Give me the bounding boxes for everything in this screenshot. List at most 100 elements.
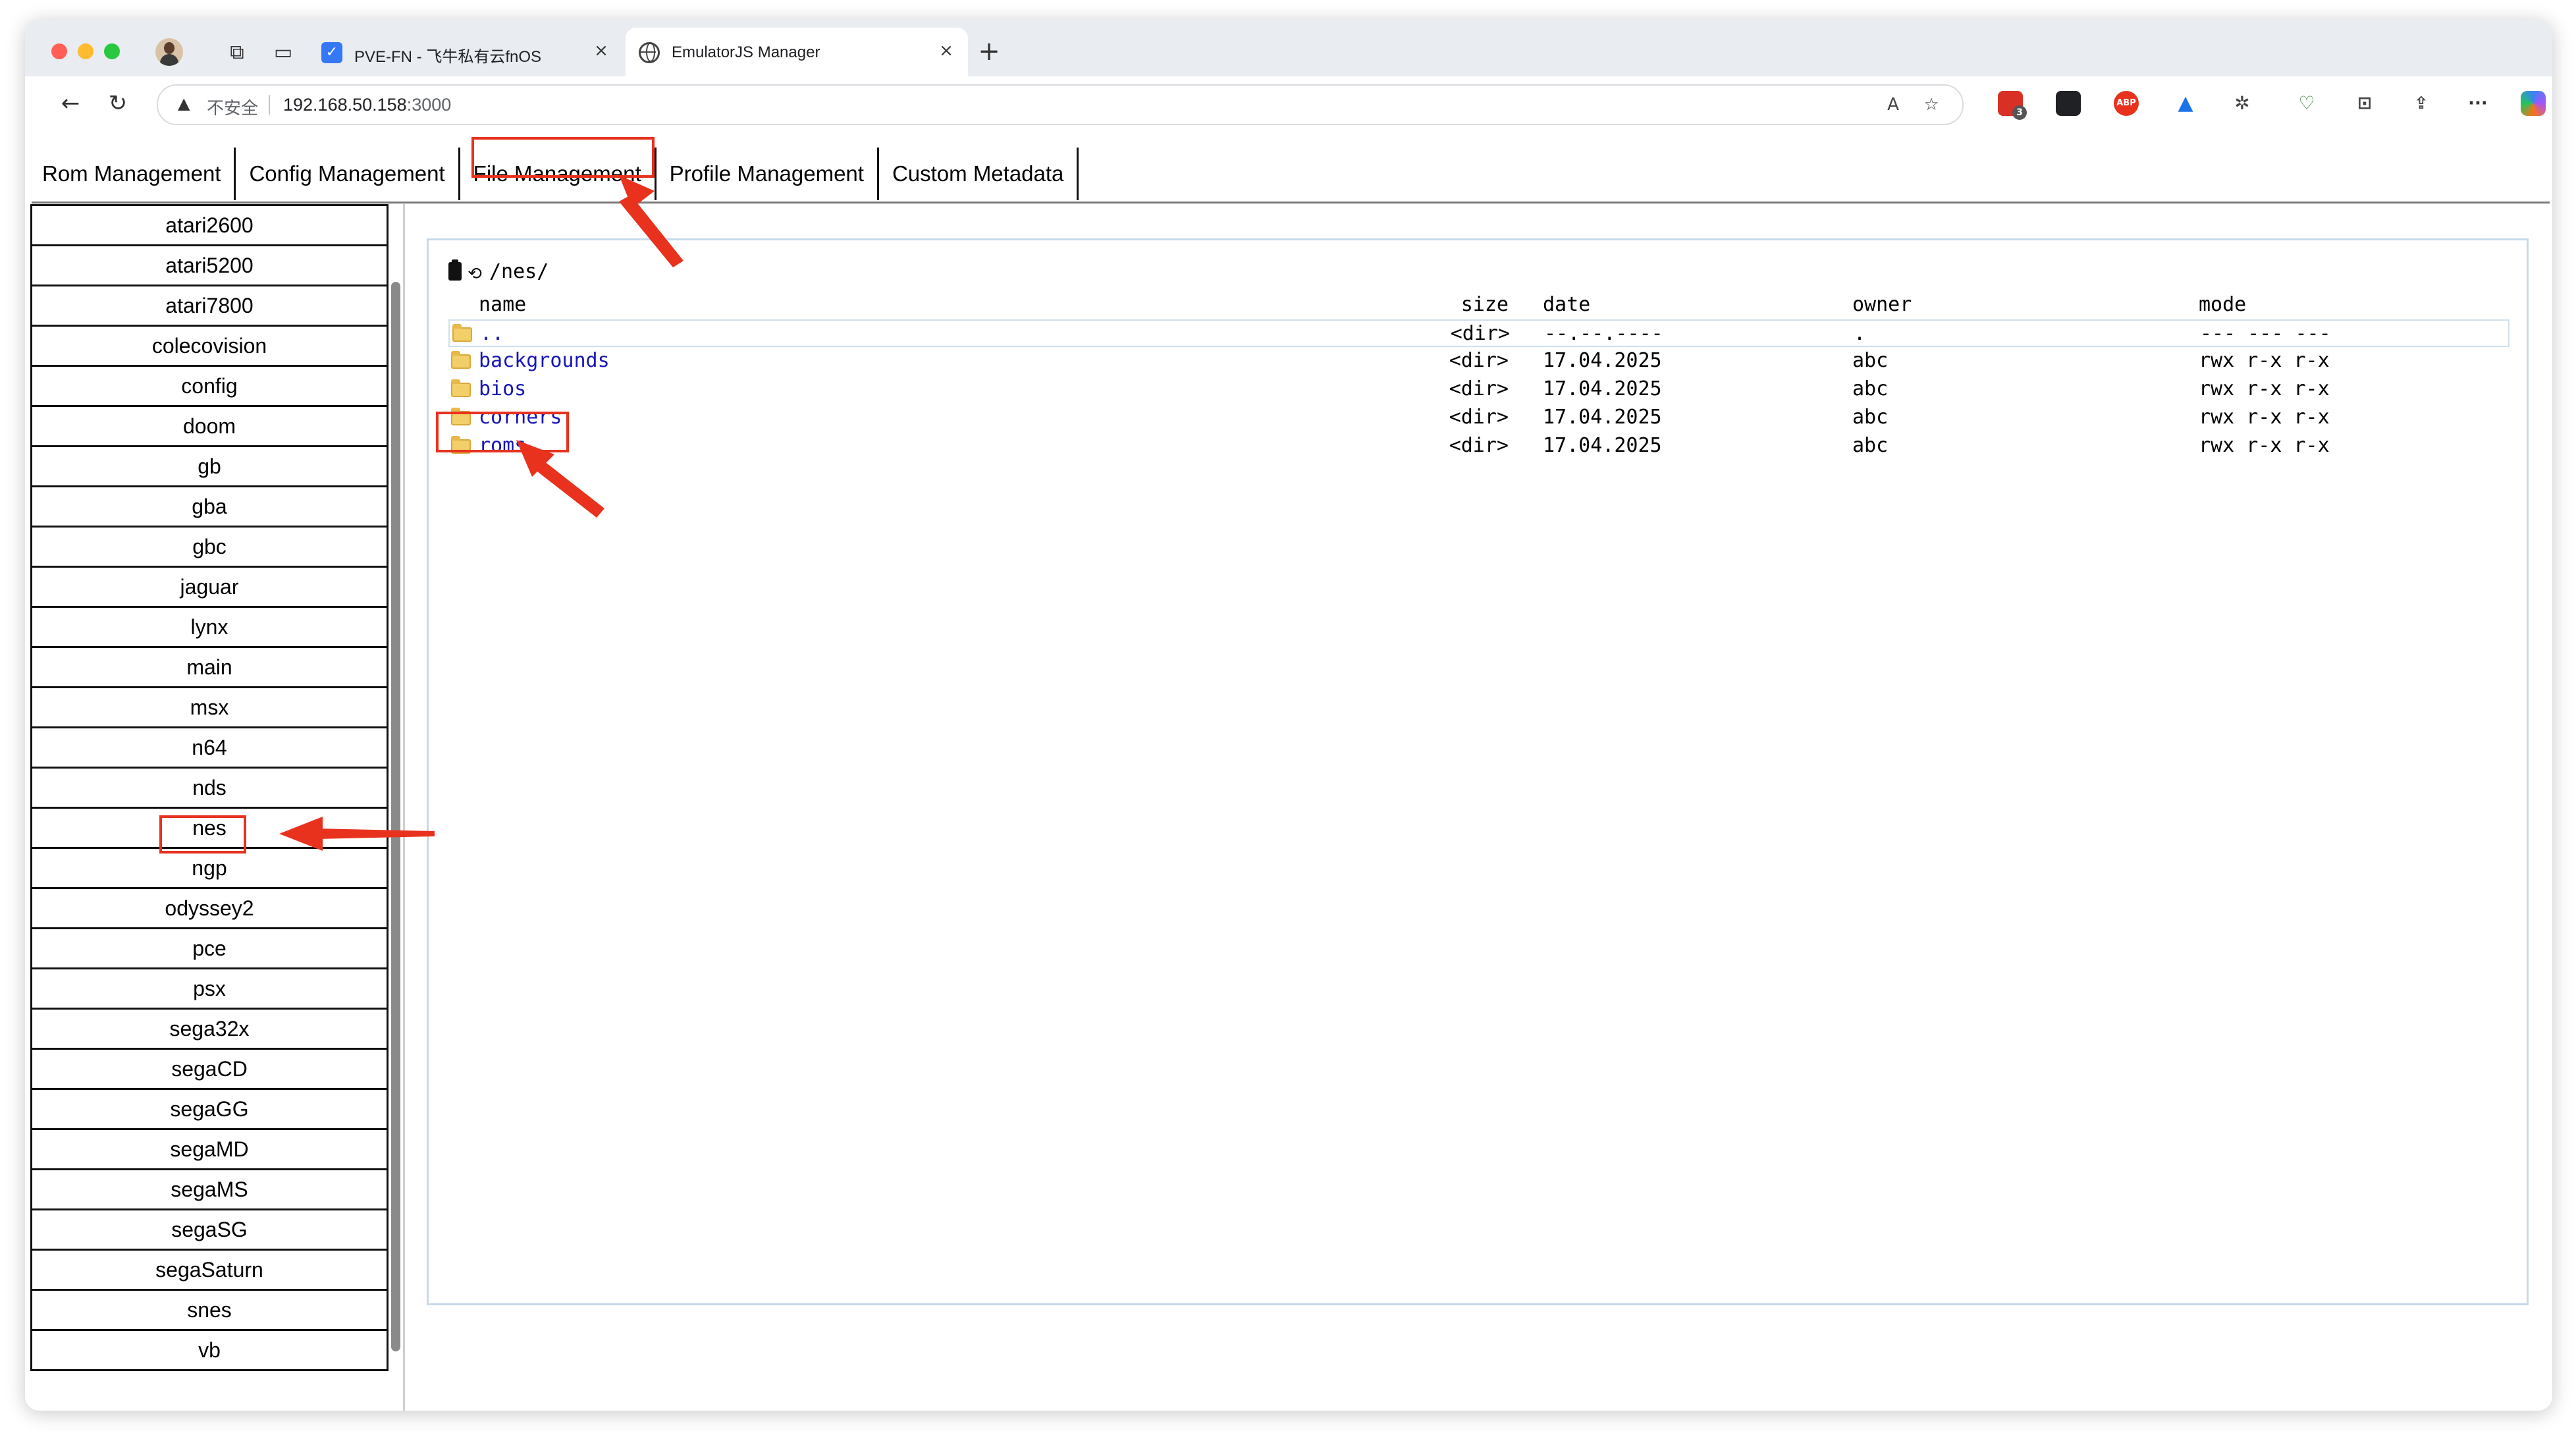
sidebar-item-snes[interactable]: snes [30,1291,389,1331]
column-date[interactable]: date [1543,293,1590,316]
omnibox-divider [269,95,270,115]
sidebar-item-pce[interactable]: pce [30,929,389,969]
file-name-link[interactable]: backgrounds [479,349,610,372]
sidebar-item-gb[interactable]: gb [30,447,389,487]
sidebar-item-doom[interactable]: doom [30,407,389,447]
file-mode: --- --- --- [2200,322,2331,345]
tab-rom-management[interactable]: Rom Management [29,148,236,200]
current-path: /nes/ [489,260,549,283]
file-row[interactable]: roms <dir> 17.04.2025 abc rwx r-x r-x [448,433,2509,460]
tab-emulatorjs-manager[interactable]: EmulatorJS Manager × [626,28,968,76]
address-bar[interactable]: ▲ 不安全 192.168.50.158:3000 A ☆ [157,84,1964,125]
reload-icon[interactable]: ↻ [103,88,133,119]
tab-close-icon[interactable]: × [590,40,612,62]
sidebar-item-atari5200[interactable]: atari5200 [30,246,389,286]
file-owner: abc [1852,434,1889,457]
column-owner[interactable]: owner [1852,293,1912,316]
adblock-icon[interactable]: ABP [2114,91,2139,116]
sidebar-item-msx[interactable]: msx [30,688,389,728]
file-owner: abc [1852,377,1889,400]
sidebar-item-segasg[interactable]: segaSG [30,1210,389,1251]
sidebar-item-psx[interactable]: psx [30,969,389,1010]
tab-config-management[interactable]: Config Management [236,148,460,200]
sidebar-item-main[interactable]: main [30,648,389,688]
new-tab-button[interactable]: + [975,37,1004,66]
annotation-box-roms [436,412,569,452]
back-arrow-icon[interactable]: ← [55,88,86,119]
column-name[interactable]: name [479,293,526,316]
sidebar-item-odyssey2[interactable]: odyssey2 [30,889,389,929]
file-mode: rwx r-x r-x [2199,434,2330,457]
url-port: :3000 [406,95,452,115]
health-icon[interactable]: ♡ [2294,91,2319,116]
sidebar-scrollbar[interactable] [391,282,400,1351]
share-icon[interactable]: ⇪ [2409,91,2434,116]
sidebar-item-segasaturn[interactable]: segaSaturn [30,1251,389,1291]
tab-custom-metadata[interactable]: Custom Metadata [879,148,1079,200]
security-label[interactable]: 不安全 [207,95,258,119]
clipboard-icon[interactable] [448,259,462,281]
file-row[interactable]: backgrounds <dir> 17.04.2025 abc rwx r-x r-x [448,348,2509,375]
minimize-window-button[interactable] [78,43,94,59]
column-size[interactable]: size [1436,293,1509,316]
file-owner: . [1854,322,1866,345]
profile-avatar-icon[interactable] [155,38,183,66]
sidebar-item-ngp[interactable]: ngp [30,849,389,889]
sidebar-item-vb[interactable]: vb [30,1331,389,1371]
copilot-icon[interactable] [2521,91,2546,116]
tab-close-icon[interactable]: × [935,40,957,62]
zoom-window-button[interactable] [104,43,120,59]
file-row[interactable]: bios <dir> 17.04.2025 abc rwx r-x r-x [448,376,2509,404]
sidebar-item-nds[interactable]: nds [30,769,389,809]
url-text[interactable]: 192.168.50.158:3000 [283,95,451,115]
sidebar-item-sega32x[interactable]: sega32x [30,1010,389,1050]
sidebar-item-n64[interactable]: n64 [30,728,389,769]
extension-red-icon[interactable]: 3 [1998,91,2027,120]
tab-title: EmulatorJS Manager [672,43,820,61]
sidebar-item-colecovision[interactable]: colecovision [30,327,389,367]
file-row[interactable]: corners <dir> 17.04.2025 abc rwx r-x r-x [448,404,2509,432]
sidebar-item-segagg[interactable]: segaGG [30,1090,389,1130]
workspaces-icon[interactable]: ⧉ [224,40,250,66]
sidebar-item-segacd[interactable]: segaCD [30,1050,389,1090]
file-size: <dir> [1449,377,1509,400]
vertical-tabs-icon[interactable]: ▭ [270,40,296,66]
sidebar-item-segams[interactable]: segaMS [30,1170,389,1210]
sidebar-item-atari7800[interactable]: atari7800 [30,286,389,327]
tab-pve-fn[interactable]: ✓ PVE-FN - 飞牛私有云fnOS × [308,28,623,76]
file-manager-panel: ⟲/nes/ name size date owner mode .. <dir>… [427,238,2529,1305]
file-size: <dir> [1449,349,1509,372]
sidebar-item-gba[interactable]: gba [30,487,389,528]
sidebar-item-atari2600[interactable]: atari2600 [30,204,389,246]
close-window-button[interactable] [51,43,67,59]
page-content: Rom Management Config Management File Ma… [25,130,2552,1411]
file-name-link[interactable]: .. [480,322,504,345]
folder-icon [452,324,472,342]
extension-notes-icon[interactable] [2056,91,2081,116]
file-mode: rwx r-x r-x [2199,406,2330,429]
tab-profile-management[interactable]: Profile Management [657,148,879,200]
favorite-star-icon[interactable]: ☆ [1920,94,1943,116]
file-date: 17.04.2025 [1543,434,1662,457]
sidebar-item-jaguar[interactable]: jaguar [30,568,389,608]
sidebar-item-gbc[interactable]: gbc [30,528,389,568]
read-aloud-icon[interactable]: A [1882,94,1904,116]
file-date: 17.04.2025 [1543,406,1662,429]
tab-strip: ⧉ ▭ ✓ PVE-FN - 飞牛私有云fnOS × EmulatorJS Ma… [25,20,2552,76]
sidebar-item-segamd[interactable]: segaMD [30,1130,389,1170]
warning-icon[interactable]: ▲ [178,94,198,113]
more-menu-icon[interactable]: ··· [2465,91,2490,116]
sidebar-item-config[interactable]: config [30,367,389,407]
screenshot-icon[interactable]: ⊡ [2352,91,2377,116]
file-path-bar: ⟲/nes/ [448,259,549,286]
sidebar-divider [403,204,405,1411]
file-name-link[interactable]: bios [479,377,526,400]
refresh-icon[interactable]: ⟲ [466,264,484,284]
puzzle-icon[interactable]: ✲ [2230,91,2255,116]
column-mode[interactable]: mode [2199,293,2246,316]
file-row[interactable]: .. <dir> --.--.----. --- --- --- [448,319,2509,347]
drive-icon[interactable]: ▲ [2173,91,2198,116]
sidebar-item-lynx[interactable]: lynx [30,608,389,648]
annotation-box-file-management [471,137,655,178]
file-owner: abc [1852,349,1889,372]
